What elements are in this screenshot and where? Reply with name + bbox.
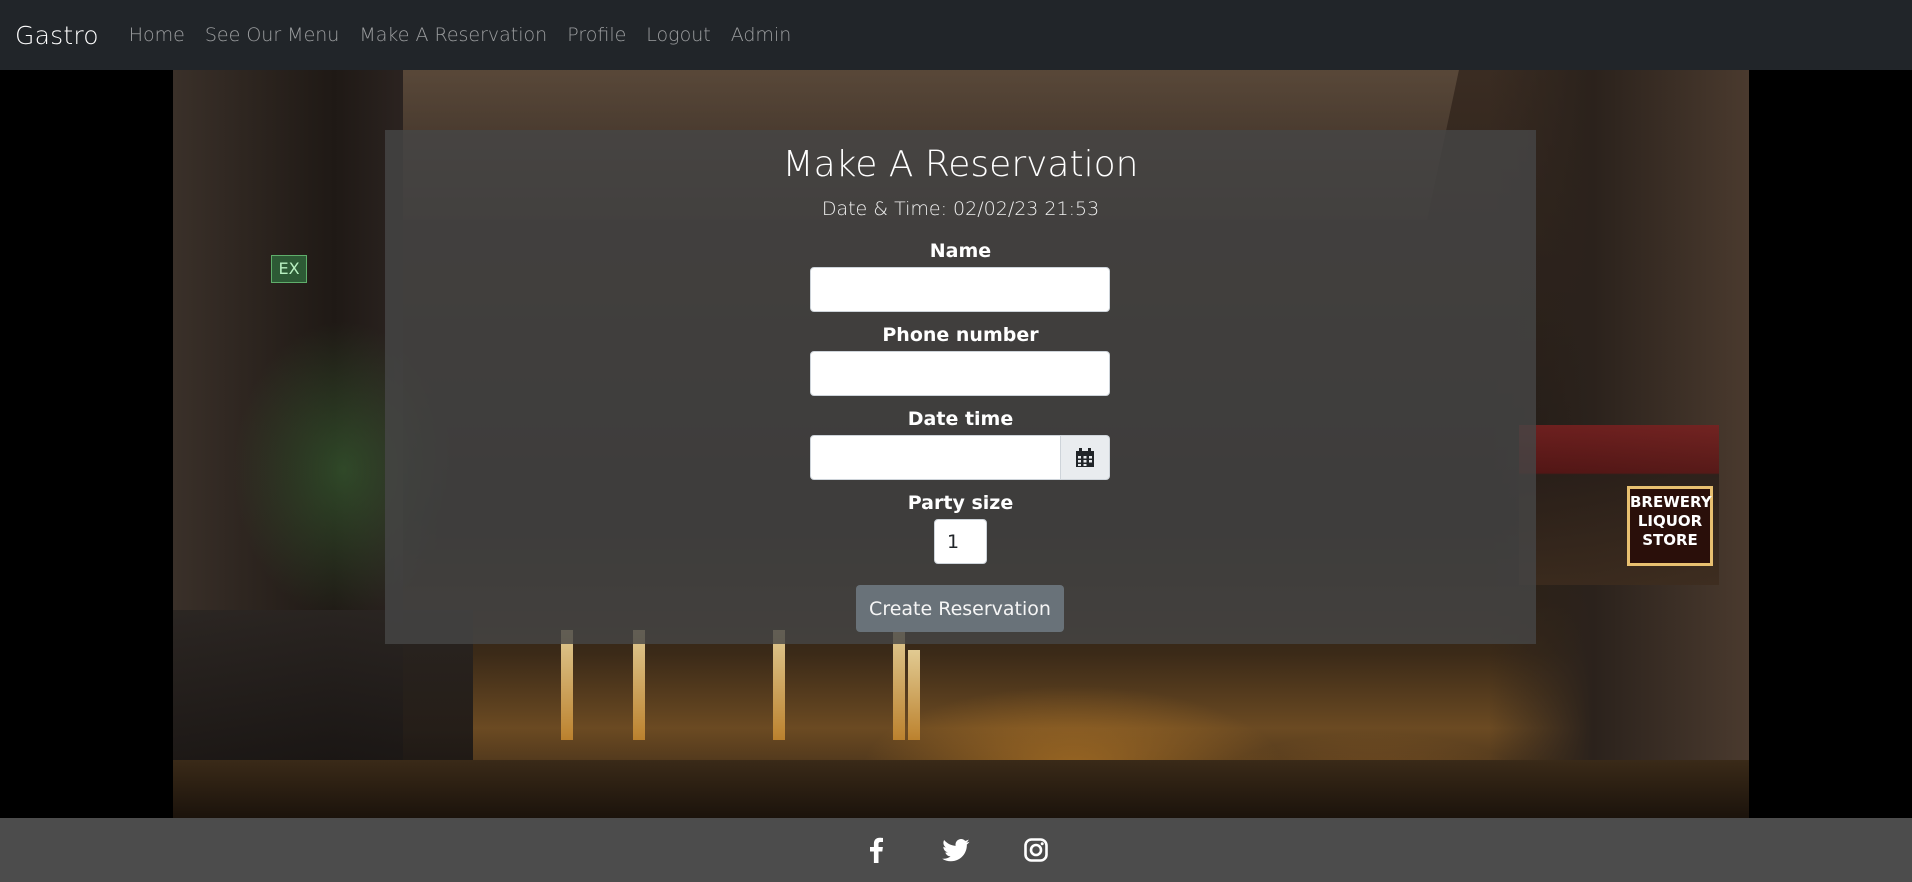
calendar-icon	[1076, 447, 1094, 467]
phone-label: Phone number	[882, 324, 1039, 346]
page-title: Make A Reservation	[782, 144, 1139, 185]
facebook-link[interactable]	[862, 836, 890, 864]
current-datetime: Date & Time: 02/02/23 21:53	[821, 198, 1100, 220]
nav-menu[interactable]: See Our Menu	[195, 24, 350, 46]
bg-exit-sign: EX	[271, 255, 307, 283]
party-size-label: Party size	[907, 492, 1014, 514]
nav-home[interactable]: Home	[119, 24, 195, 46]
datetime-picker-button[interactable]	[1061, 435, 1110, 480]
datetime-label: Date time	[907, 408, 1014, 430]
facebook-icon	[870, 837, 883, 863]
reservation-panel: Make A Reservation Date & Time: 02/02/23…	[385, 130, 1536, 644]
instagram-link[interactable]	[1022, 836, 1050, 864]
datetime-group	[810, 435, 1110, 480]
nav-reservation[interactable]: Make A Reservation	[349, 24, 557, 46]
nav-logout[interactable]: Logout	[636, 24, 720, 46]
brand-link[interactable]: Gastro	[15, 21, 99, 50]
bg-counter	[173, 760, 1749, 818]
instagram-icon	[1024, 838, 1048, 862]
create-reservation-button[interactable]: Create Reservation	[856, 585, 1064, 632]
name-label: Name	[929, 240, 992, 262]
name-input[interactable]	[810, 267, 1110, 312]
navbar: Gastro Home See Our Menu Make A Reservat…	[0, 0, 1912, 70]
bg-liquor-sign: BREWERY LIQUOR STORE	[1627, 486, 1713, 566]
party-size-input[interactable]	[934, 519, 987, 564]
twitter-link[interactable]	[942, 836, 970, 864]
phone-input[interactable]	[810, 351, 1110, 396]
twitter-icon	[942, 838, 970, 861]
nav-links: Home See Our Menu Make A Reservation Pro…	[119, 24, 802, 46]
datetime-input[interactable]	[810, 435, 1061, 480]
footer	[0, 818, 1912, 882]
nav-admin[interactable]: Admin	[721, 24, 802, 46]
nav-profile[interactable]: Profile	[557, 24, 636, 46]
